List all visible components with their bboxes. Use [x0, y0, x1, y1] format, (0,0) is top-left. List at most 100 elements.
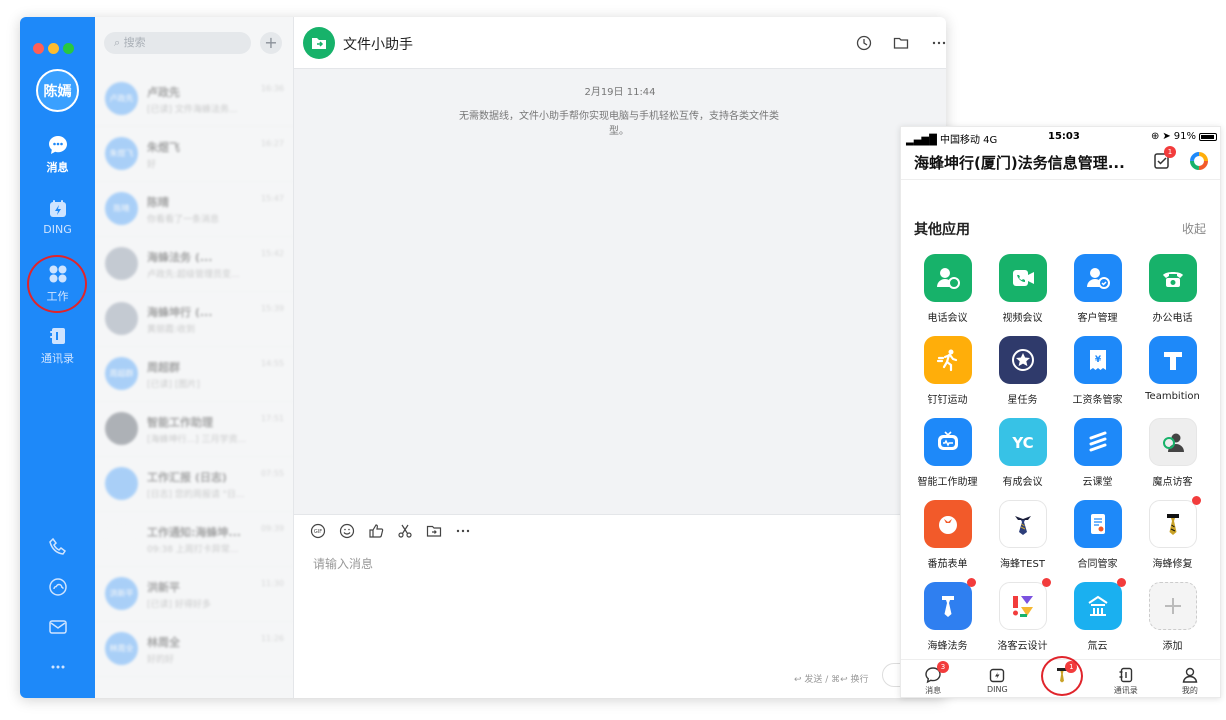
app-label: Teambition — [1145, 391, 1200, 402]
tab-label: 通讯录 — [1113, 686, 1138, 695]
cloud-class-icon — [1073, 418, 1122, 466]
history-button[interactable] — [856, 35, 872, 55]
system-message: 无需数据线，文件小助手帮你实现电脑与手机轻松互传，支持各类文件类型。 — [459, 111, 779, 137]
emoji-button[interactable] — [339, 523, 355, 539]
list-item[interactable]: 周超群 周超群 [已读] [图片] 14:55 — [95, 347, 293, 402]
rail-more-button[interactable] — [20, 657, 95, 677]
app-tile[interactable]: YC 有成会议 — [985, 418, 1060, 488]
close-window-button[interactable] — [33, 43, 44, 54]
message-input[interactable]: 请输入消息 — [313, 555, 373, 572]
app-label: 海蜂TEST — [1000, 559, 1045, 570]
rail-item-ding[interactable]: DING — [20, 198, 95, 236]
tab-ding[interactable]: DING — [965, 660, 1029, 697]
chat-more-button[interactable] — [931, 35, 946, 55]
window-controls — [33, 39, 78, 58]
list-item[interactable]: 陈晴 陈晴 你看看了一条消息 15:47 — [95, 182, 293, 237]
rail-item-label: 通讯录 — [41, 352, 74, 365]
app-tile[interactable]: 钉钉运动 — [910, 336, 985, 406]
conversation-name: 工作汇报 (日志) — [147, 471, 227, 484]
luoke-design-icon — [998, 582, 1047, 630]
rail-item-messages[interactable]: 消息 — [20, 134, 95, 175]
gif-button[interactable]: GIF — [310, 523, 326, 539]
tab-messages[interactable]: 3 消息 — [901, 660, 965, 697]
tab-profile[interactable]: 我的 — [1158, 660, 1220, 697]
conference-call-icon — [923, 254, 972, 302]
user-avatar[interactable]: 陈嫣 — [36, 69, 79, 112]
message-composer: GIF 请输入消息 ↩ 发送 / ⌘↩ 换行 — [294, 514, 946, 698]
list-item[interactable]: 林周全 林周全 好的好 11:26 — [95, 622, 293, 677]
list-item[interactable]: 卢政先 卢政先 [已读] 文件海蜂法务... 16:36 — [95, 72, 293, 127]
app-tile[interactable]: 洛客云设计 — [985, 578, 1060, 652]
app-label: 添加 — [1162, 641, 1183, 652]
list-item[interactable]: 海蜂坤行 (... 黄丽霞:收到 15:39 — [95, 292, 293, 347]
tab-badge: 3 — [937, 661, 949, 673]
app-tile[interactable]: 云课堂 — [1060, 418, 1135, 488]
conversation-name: 海蜂法务 (... — [147, 251, 213, 264]
maximize-window-button[interactable] — [63, 43, 74, 54]
list-item[interactable]: 智能工作助理 [海蜂坤行...] 三月学资... 17:51 — [95, 402, 293, 457]
app-tile[interactable]: ¥ 工资条管家 — [1060, 336, 1135, 406]
cloud-button[interactable] — [20, 577, 95, 597]
conversation-preview: 你看看了一条消息 — [147, 215, 220, 225]
phone-button[interactable] — [20, 537, 95, 557]
list-item[interactable]: 朱煜飞 朱煜飞好 16:27 — [95, 127, 293, 182]
rail-item-label: 消息 — [46, 161, 69, 174]
avatar: 卢政先 — [105, 82, 138, 115]
app-label: 海蜂修复 — [1152, 559, 1193, 570]
list-item[interactable]: 海蜂法务 (... 卢政先:超级管理员变... 15:42 — [95, 237, 293, 292]
conversation-time: 17:51 — [260, 414, 284, 423]
app-tile[interactable]: 办公电话 — [1135, 254, 1210, 324]
composer-more-button[interactable] — [455, 523, 471, 539]
app-tile[interactable]: 视频会议 — [985, 254, 1060, 324]
minimize-window-button[interactable] — [48, 43, 59, 54]
app-label: 海蜂法务 — [927, 641, 968, 652]
status-time: 15:03 — [1048, 131, 1080, 142]
app-tile[interactable]: 合同管家 — [1060, 500, 1135, 570]
conversation-name: 周超群 — [147, 361, 180, 374]
app-tile[interactable]: 番茄表单 — [910, 500, 985, 570]
list-item[interactable]: 洪新平 洪新平 [已读] 好得好多 11:30 — [95, 567, 293, 622]
org-title[interactable]: 海蜂坤行(厦门)法务信息管理... — [914, 152, 1125, 173]
conversation-preview: 好的好 — [147, 655, 175, 665]
mobile-workbench-screen: ▂▄▆█ 中国移动 4G 15:03 ⊕ ➤ 91% 海蜂坤行(厦门)法务信息管… — [900, 126, 1221, 698]
plus-icon: + — [264, 33, 278, 52]
gif-icon: GIF — [310, 523, 326, 539]
todo-button[interactable]: 1 — [1152, 146, 1176, 175]
tab-label: 消息 — [925, 686, 942, 695]
contract-icon — [1073, 500, 1122, 548]
search-input[interactable]: ⌕ 搜索 — [104, 32, 251, 54]
list-item[interactable]: 工作通知:海蜂坤... 09:38 上周打卡异常... 09:39 — [95, 512, 293, 567]
app-label: 云课堂 — [1082, 477, 1113, 488]
app-tile[interactable]: 星任务 — [985, 336, 1060, 406]
list-item[interactable]: 工作汇报 (日志) [日志] 您的周报请 "日... 07:55 — [95, 457, 293, 512]
avatar — [105, 522, 138, 555]
app-tile[interactable]: Teambition — [1135, 336, 1210, 403]
send-file-button[interactable] — [426, 523, 442, 539]
new-chat-button[interactable]: + — [260, 32, 282, 54]
rail-item-contacts[interactable]: 通讯录 — [20, 325, 95, 366]
conversation-time: 11:30 — [260, 579, 284, 588]
app-tile[interactable]: 海蜂修复 — [1135, 496, 1210, 570]
mail-button[interactable] — [20, 617, 95, 637]
app-tile[interactable]: 客户管理 — [1060, 254, 1135, 324]
app-tile[interactable]: 添加 — [1135, 582, 1210, 652]
files-button[interactable] — [893, 35, 909, 55]
app-tile[interactable]: 海蜂法务 — [910, 578, 985, 652]
app-tile[interactable]: 魔点访客 — [1135, 418, 1210, 488]
app-switcher-button[interactable] — [1189, 151, 1209, 175]
screenshot-button[interactable] — [397, 523, 413, 539]
signal-icon: ▂▄▆█ — [906, 135, 937, 146]
tab-contacts[interactable]: 通讯录 — [1094, 660, 1158, 697]
app-tile[interactable]: 智能工作助理 — [910, 418, 985, 488]
highlight-circle-annotation — [27, 255, 87, 313]
like-button[interactable] — [368, 523, 384, 539]
app-tile[interactable]: 电话会议 — [910, 254, 985, 324]
star-task-icon — [998, 336, 1047, 384]
app-tile[interactable]: 氚云 — [1060, 578, 1135, 652]
collapse-link[interactable]: 收起 — [1182, 220, 1206, 237]
ding-icon — [990, 668, 1005, 683]
app-tile[interactable]: 海蜂TEST — [985, 500, 1060, 570]
app-label: 星任务 — [1007, 395, 1038, 406]
conversation-name: 朱煜飞 — [147, 141, 180, 154]
avatar: 朱煜飞 — [105, 137, 138, 170]
